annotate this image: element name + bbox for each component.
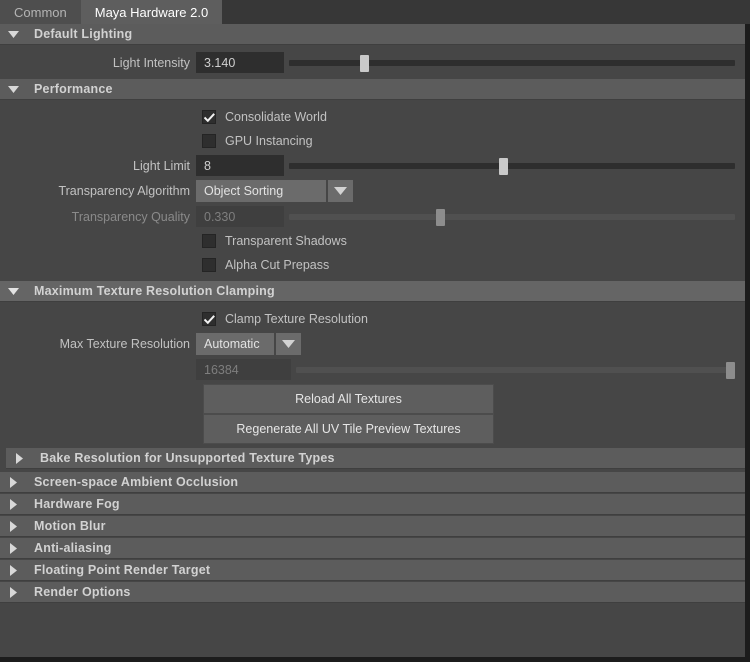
row-transparent-shadows: Transparent Shadows	[0, 229, 745, 253]
row-light-intensity: Light Intensity 3.140	[0, 50, 745, 75]
transparency-quality-slider	[289, 206, 735, 227]
max-texture-resolution-dropdown[interactable]: Automatic	[196, 333, 301, 355]
row-light-limit: Light Limit 8	[0, 153, 745, 178]
chevron-down-icon[interactable]	[274, 333, 301, 355]
consolidate-world-label: Consolidate World	[225, 110, 327, 124]
chevron-down-icon	[0, 85, 26, 93]
settings-panel: Default Lighting Light Intensity 3.140 P…	[0, 24, 750, 662]
tab-maya-hardware[interactable]: Maya Hardware 2.0	[80, 0, 223, 24]
slider-knob	[436, 209, 446, 226]
light-limit-label: Light Limit	[133, 158, 190, 173]
regenerate-uv-tile-previews-button[interactable]: Regenerate All UV Tile Preview Textures	[203, 414, 494, 444]
section-header-hardware-fog[interactable]: Hardware Fog	[0, 494, 745, 515]
consolidate-world-checkbox[interactable]	[202, 110, 216, 124]
max-texture-resolution-label: Max Texture Resolution	[59, 337, 190, 351]
reload-all-textures-button[interactable]: Reload All Textures	[203, 384, 494, 414]
row-resolution-value: 16384	[0, 357, 745, 382]
transparency-algorithm-dropdown[interactable]: Object Sorting	[196, 180, 353, 202]
resolution-value-slider	[296, 359, 735, 380]
section-header-default-lighting[interactable]: Default Lighting	[0, 24, 745, 45]
chevron-right-icon	[0, 520, 26, 532]
section-header-ssao[interactable]: Screen-space Ambient Occlusion	[0, 472, 745, 493]
section-title-performance: Performance	[34, 82, 113, 96]
section-title-texture-clamping: Maximum Texture Resolution Clamping	[34, 284, 275, 298]
transparency-quality-label: Transparency Quality	[71, 209, 190, 224]
row-regenerate-uv-tiles: Regenerate All UV Tile Preview Textures	[0, 414, 745, 444]
slider-track	[296, 367, 735, 373]
light-intensity-label: Light Intensity	[112, 55, 190, 70]
slider-track	[289, 60, 735, 66]
max-texture-resolution-value: Automatic	[196, 333, 274, 355]
slider-track	[289, 163, 735, 169]
slider-track	[289, 214, 735, 220]
section-title-anti-aliasing: Anti-aliasing	[34, 541, 112, 555]
gpu-instancing-label: GPU Instancing	[225, 134, 313, 148]
tab-maya-hardware-label: Maya Hardware 2.0	[94, 4, 209, 20]
section-header-bake-resolution[interactable]: Bake Resolution for Unsupported Texture …	[6, 448, 745, 469]
chevron-down-icon[interactable]	[326, 180, 353, 202]
section-title-default-lighting: Default Lighting	[34, 27, 133, 41]
resolution-value-input: 16384	[196, 359, 291, 380]
render-settings-window: Common Maya Hardware 2.0 Default Lightin…	[0, 0, 750, 662]
light-intensity-input[interactable]: 3.140	[196, 52, 284, 73]
row-clamp-texture-resolution: Clamp Texture Resolution	[0, 307, 745, 331]
section-header-motion-blur[interactable]: Motion Blur	[0, 516, 745, 537]
section-header-texture-clamping[interactable]: Maximum Texture Resolution Clamping	[0, 281, 745, 302]
transparency-algorithm-value: Object Sorting	[196, 180, 326, 202]
light-intensity-slider[interactable]	[289, 52, 735, 73]
clamp-texture-resolution-label: Clamp Texture Resolution	[225, 312, 368, 326]
tab-bar: Common Maya Hardware 2.0	[0, 0, 750, 24]
section-header-performance[interactable]: Performance	[0, 79, 745, 100]
alpha-cut-prepass-checkbox[interactable]	[202, 258, 216, 272]
section-title-render-options: Render Options	[34, 585, 131, 599]
transparency-algorithm-label: Transparency Algorithm	[58, 184, 190, 198]
row-transparency-quality: Transparency Quality 0.330	[0, 204, 745, 229]
section-header-anti-aliasing[interactable]: Anti-aliasing	[0, 538, 745, 559]
tab-common-label: Common	[14, 4, 67, 20]
row-consolidate-world: Consolidate World	[0, 105, 745, 129]
transparent-shadows-label: Transparent Shadows	[225, 234, 347, 248]
section-title-floating-point-render-target: Floating Point Render Target	[34, 563, 211, 577]
row-reload-all-textures: Reload All Textures	[0, 384, 745, 414]
section-title-bake-resolution: Bake Resolution for Unsupported Texture …	[40, 451, 335, 465]
section-title-motion-blur: Motion Blur	[34, 519, 106, 533]
slider-knob[interactable]	[360, 55, 370, 72]
light-limit-input[interactable]: 8	[196, 155, 284, 176]
clamp-texture-resolution-checkbox[interactable]	[202, 312, 216, 326]
light-limit-slider[interactable]	[289, 155, 735, 176]
chevron-down-icon	[0, 287, 26, 295]
chevron-down-icon	[0, 30, 26, 38]
chevron-right-icon	[0, 542, 26, 554]
slider-knob[interactable]	[498, 158, 508, 175]
transparent-shadows-checkbox[interactable]	[202, 234, 216, 248]
alpha-cut-prepass-label: Alpha Cut Prepass	[225, 258, 330, 272]
section-header-floating-point-render-target[interactable]: Floating Point Render Target	[0, 560, 745, 581]
row-gpu-instancing: GPU Instancing	[0, 129, 745, 153]
row-max-texture-resolution: Max Texture Resolution Automatic	[0, 331, 745, 357]
gpu-instancing-checkbox[interactable]	[202, 134, 216, 148]
section-header-render-options[interactable]: Render Options	[0, 582, 745, 603]
row-transparency-algorithm: Transparency Algorithm Object Sorting	[0, 178, 745, 204]
chevron-right-icon	[0, 586, 26, 598]
slider-knob	[726, 362, 735, 379]
chevron-right-icon	[0, 476, 26, 488]
transparency-quality-input: 0.330	[196, 206, 284, 227]
section-title-hardware-fog: Hardware Fog	[34, 497, 120, 511]
section-title-ssao: Screen-space Ambient Occlusion	[34, 475, 239, 489]
chevron-right-icon	[6, 452, 32, 464]
row-alpha-cut-prepass: Alpha Cut Prepass	[0, 253, 745, 277]
chevron-right-icon	[0, 564, 26, 576]
chevron-right-icon	[0, 498, 26, 510]
tab-common[interactable]: Common	[0, 0, 81, 24]
